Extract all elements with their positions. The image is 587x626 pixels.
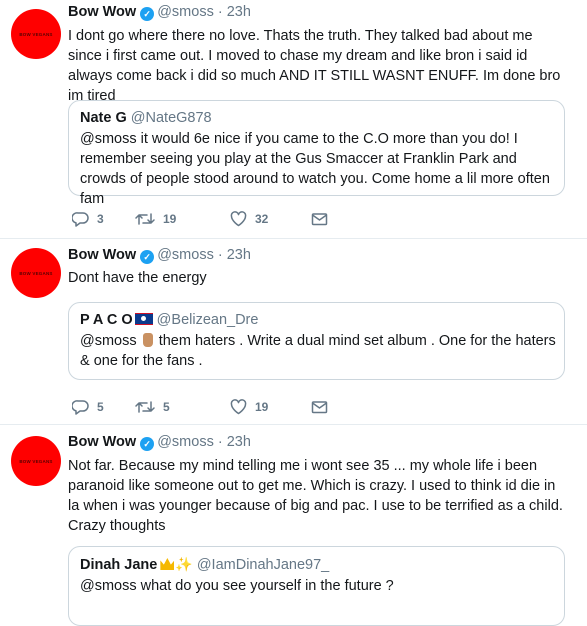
timestamp[interactable]: 23h bbox=[227, 247, 251, 263]
quoted-username: @NateG878 bbox=[130, 110, 212, 126]
username[interactable]: @smoss bbox=[157, 4, 214, 20]
tweet[interactable]: BOW VEGANS Bow Wow ✓ @smoss · 23h I dont g… bbox=[0, 0, 587, 239]
quoted-tweet[interactable]: Dinah Jane ✨ @IamDinahJane97_ @smoss what… bbox=[68, 546, 565, 626]
quoted-username: @Belizean_Dre bbox=[156, 312, 259, 328]
retweet-button[interactable]: 19 bbox=[135, 209, 176, 229]
verified-badge-icon: ✓ bbox=[140, 437, 155, 451]
quoted-username: @IamDinahJane97_ bbox=[196, 557, 330, 573]
tweet[interactable]: BOW VEGANS Bow Wow ✓ @smoss · 23h Not far.… bbox=[0, 424, 587, 626]
like-count: 19 bbox=[255, 400, 269, 414]
avatar[interactable]: BOW VEGANS bbox=[11, 9, 61, 59]
belize-flag-icon bbox=[134, 313, 153, 325]
quoted-display-name: Nate G bbox=[80, 110, 127, 126]
tweet-text: Dont have the energy bbox=[68, 270, 207, 286]
retweet-button[interactable]: 5 bbox=[135, 397, 170, 417]
middle-finger-icon bbox=[142, 333, 153, 347]
quoted-tweet-header: Nate G @NateG878 bbox=[80, 110, 212, 126]
quoted-tweet-text: @smoss them haters . Write a dual mind s… bbox=[80, 331, 558, 371]
like-button[interactable]: 32 bbox=[230, 209, 268, 229]
tweet-header: Bow Wow ✓ @smoss · 23h bbox=[68, 434, 251, 454]
retweet-count: 19 bbox=[163, 212, 177, 226]
separator-dot: · bbox=[213, 434, 227, 450]
sparkles-icon: ✨ bbox=[175, 556, 193, 572]
reply-icon bbox=[72, 212, 89, 227]
retweet-icon bbox=[135, 401, 155, 413]
quoted-tweet-header: Dinah Jane ✨ @IamDinahJane97_ bbox=[80, 556, 329, 573]
dm-button[interactable] bbox=[311, 397, 328, 417]
retweet-icon bbox=[135, 213, 155, 225]
avatar-text: BOW VEGANS bbox=[19, 31, 53, 37]
reply-count: 5 bbox=[97, 400, 104, 414]
timestamp[interactable]: 23h bbox=[227, 434, 251, 450]
verified-badge-icon: ✓ bbox=[140, 250, 155, 264]
separator-dot: · bbox=[213, 4, 227, 20]
retweet-count: 5 bbox=[163, 400, 170, 414]
avatar-text: BOW VEGANS bbox=[19, 270, 53, 276]
quoted-tweet-text: @smoss it would 6e nice if you came to t… bbox=[80, 131, 550, 207]
tweet-header: Bow Wow ✓ @smoss · 23h bbox=[68, 247, 251, 267]
verified-badge-icon: ✓ bbox=[140, 7, 155, 21]
tweet-header: Bow Wow ✓ @smoss · 23h bbox=[68, 4, 251, 24]
like-icon bbox=[230, 211, 247, 227]
username[interactable]: @smoss bbox=[157, 247, 214, 263]
quoted-display-name: Dinah Jane bbox=[80, 557, 158, 573]
reply-icon bbox=[72, 400, 89, 415]
tweet-text: Not far. Because my mind telling me i wo… bbox=[68, 458, 563, 534]
crown-icon bbox=[160, 558, 175, 570]
quoted-tweet[interactable]: P A C O @Belizean_Dre @smoss them haters… bbox=[68, 302, 565, 380]
reply-button[interactable]: 5 bbox=[72, 397, 104, 417]
display-name[interactable]: Bow Wow bbox=[68, 247, 136, 263]
like-count: 32 bbox=[255, 212, 269, 226]
dm-button[interactable] bbox=[311, 209, 328, 229]
dm-icon bbox=[311, 213, 328, 226]
separator-dot: · bbox=[213, 247, 227, 263]
like-icon bbox=[230, 399, 247, 415]
avatar[interactable]: BOW VEGANS bbox=[11, 436, 61, 486]
quoted-tweet-header: P A C O @Belizean_Dre bbox=[80, 312, 258, 328]
quoted-tweet-text: @smoss what do you see yourself in the f… bbox=[80, 578, 394, 594]
tweet-text: I dont go where there no love. Thats the… bbox=[68, 28, 561, 104]
reply-count: 3 bbox=[97, 212, 104, 226]
avatar[interactable]: BOW VEGANS bbox=[11, 248, 61, 298]
display-name[interactable]: Bow Wow bbox=[68, 4, 136, 20]
username[interactable]: @smoss bbox=[157, 434, 214, 450]
tweet[interactable]: BOW VEGANS Bow Wow ✓ @smoss · 23h Dont hav… bbox=[0, 238, 587, 425]
timestamp[interactable]: 23h bbox=[227, 4, 251, 20]
quoted-display-name: P A C O bbox=[80, 312, 133, 328]
dm-icon bbox=[311, 401, 328, 414]
quoted-tweet[interactable]: Nate G @NateG878 @smoss it would 6e nice… bbox=[68, 100, 565, 207]
display-name[interactable]: Bow Wow bbox=[68, 434, 136, 450]
avatar-text: BOW VEGANS bbox=[19, 458, 53, 464]
reply-button[interactable]: 3 bbox=[72, 209, 104, 229]
quoted-mention: @smoss bbox=[80, 333, 137, 349]
like-button[interactable]: 19 bbox=[230, 397, 268, 417]
